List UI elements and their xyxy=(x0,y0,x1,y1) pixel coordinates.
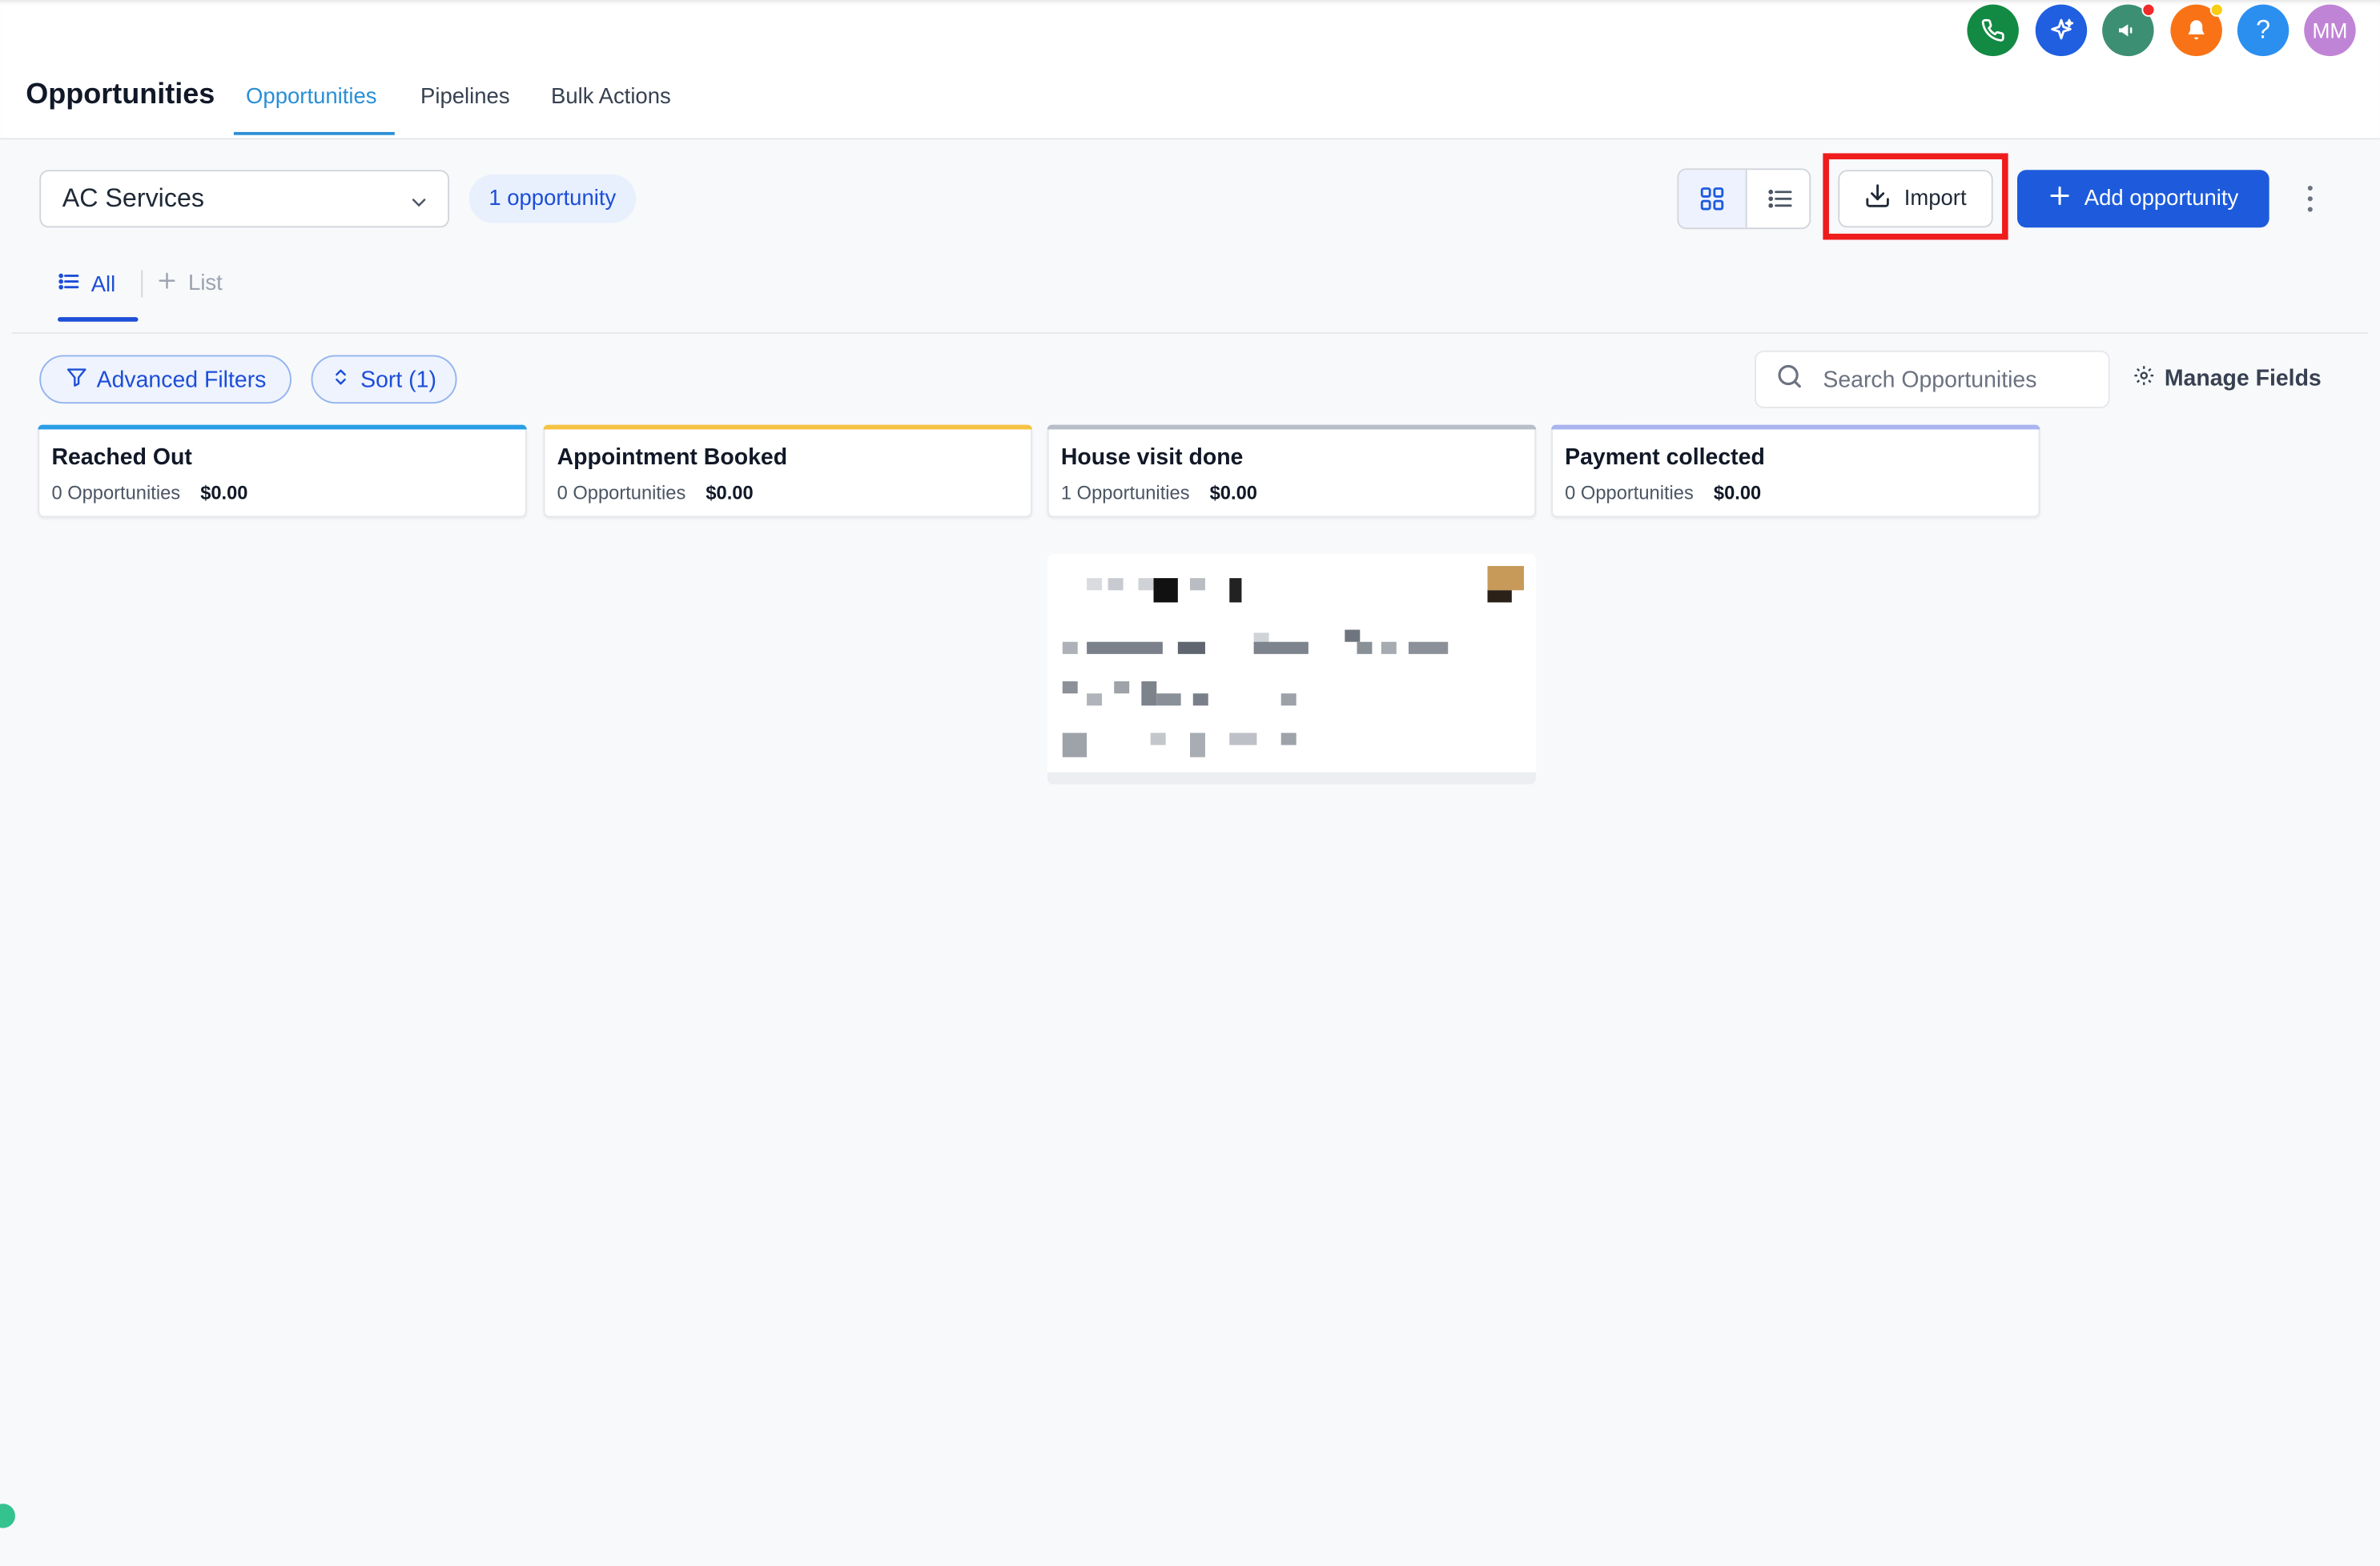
tab-pipelines[interactable]: Pipelines xyxy=(420,85,510,139)
search-box xyxy=(1755,350,2110,408)
stage-color-bar xyxy=(38,424,527,430)
stage-amount: $0.00 xyxy=(200,482,248,504)
stage-color-bar xyxy=(1551,424,2040,430)
megaphone-icon[interactable] xyxy=(2102,2,2156,57)
add-opportunity-label: Add opportunity xyxy=(2084,187,2239,211)
stage-name: Reached Out xyxy=(51,444,192,471)
stage-amount: $0.00 xyxy=(1209,482,1257,504)
subtab-all[interactable]: All xyxy=(58,270,115,299)
add-list-button[interactable]: List xyxy=(156,270,223,297)
active-subtab-indicator xyxy=(58,317,139,322)
sort-button[interactable]: Sort (1) xyxy=(311,355,457,404)
stage-count: 0 Opportunities xyxy=(51,482,181,504)
plus-icon xyxy=(156,270,178,297)
import-button[interactable]: Import xyxy=(1838,170,1993,228)
plus-icon xyxy=(2048,183,2072,214)
sort-label: Sort (1) xyxy=(360,366,436,392)
chevron-down-icon xyxy=(408,190,430,220)
gear-icon xyxy=(2133,364,2155,393)
status-indicator-dot xyxy=(0,1504,15,1528)
notification-dot xyxy=(2141,2,2156,17)
stage-color-bar xyxy=(543,424,1032,430)
subtab-divider xyxy=(141,270,143,298)
advanced-filters-button[interactable]: Advanced Filters xyxy=(39,355,291,404)
search-input[interactable] xyxy=(1823,366,2097,392)
stage-name: House visit done xyxy=(1060,444,1244,471)
stage-column-house-visit-done: House visit done 1 Opportunities $0.00 xyxy=(1047,424,1537,518)
manage-fields-button[interactable]: Manage Fields xyxy=(2133,364,2322,393)
help-icon[interactable]: ? xyxy=(2237,4,2290,57)
pipeline-select-value: AC Services xyxy=(62,183,204,213)
sort-icon xyxy=(332,365,352,394)
stage-name: Payment collected xyxy=(1565,444,1765,471)
stage-amount: $0.00 xyxy=(1713,482,1762,504)
more-options-icon[interactable] xyxy=(2300,182,2322,215)
top-navigation-bar: Opportunities Opportunities Pipelines Bu… xyxy=(0,0,2380,140)
stage-count: 1 Opportunities xyxy=(1060,482,1190,504)
page-title: Opportunities xyxy=(26,78,215,111)
tab-bulk-actions[interactable]: Bulk Actions xyxy=(551,85,671,139)
stage-name: Appointment Booked xyxy=(557,444,788,471)
stage-column-appointment-booked: Appointment Booked 0 Opportunities $0.00 xyxy=(543,424,1032,518)
subtabs-divider xyxy=(12,332,2368,334)
download-icon xyxy=(1864,182,1892,215)
list-view-button[interactable] xyxy=(1745,170,1810,228)
filter-icon xyxy=(65,365,87,394)
ai-sparkle-icon[interactable] xyxy=(2035,4,2088,57)
stage-column-reached-out: Reached Out 0 Opportunities $0.00 xyxy=(38,424,527,518)
add-list-label: List xyxy=(188,271,223,296)
import-label: Import xyxy=(1904,187,1967,211)
stage-amount: $0.00 xyxy=(706,482,754,504)
manage-fields-label: Manage Fields xyxy=(2164,365,2322,392)
pipeline-select[interactable]: AC Services xyxy=(39,170,450,228)
search-icon xyxy=(1775,360,1805,398)
avatar[interactable]: MM xyxy=(2304,4,2356,57)
add-opportunity-button[interactable]: Add opportunity xyxy=(2016,170,2269,228)
active-tab-indicator xyxy=(233,131,395,135)
board-view-button[interactable] xyxy=(1678,170,1746,228)
stage-count: 0 Opportunities xyxy=(557,482,686,504)
view-toggle xyxy=(1677,168,1811,230)
opportunity-card-redacted[interactable] xyxy=(1047,553,1537,785)
opportunity-count-badge: 1 opportunity xyxy=(468,174,636,223)
advanced-filters-label: Advanced Filters xyxy=(96,366,267,392)
stage-color-bar xyxy=(1047,424,1537,430)
notification-dot xyxy=(2209,2,2224,17)
subtab-all-label: All xyxy=(90,272,116,297)
stage-column-payment-collected: Payment collected 0 Opportunities $0.00 xyxy=(1551,424,2040,518)
bell-icon[interactable] xyxy=(2170,2,2224,57)
stage-count: 0 Opportunities xyxy=(1565,482,1694,504)
list-icon xyxy=(58,270,80,299)
phone-icon[interactable] xyxy=(1967,4,2019,57)
